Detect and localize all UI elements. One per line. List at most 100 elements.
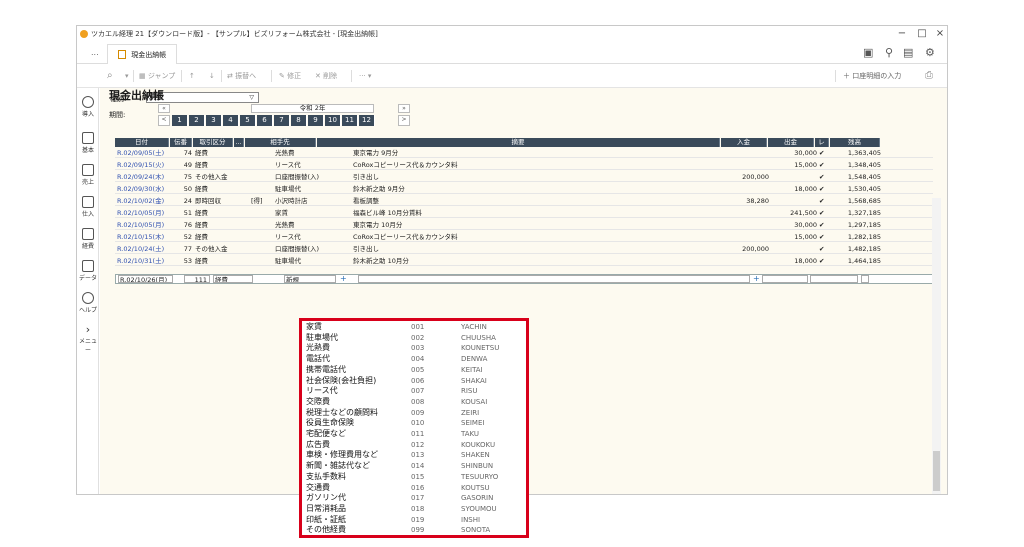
column-header[interactable]: 出金: [768, 138, 814, 147]
table-row[interactable]: R.02/09/15(火) 49 経費 リース代 CoRoxコピーリース代＆カウンタ料 1…: [115, 161, 933, 170]
add-memo-button[interactable]: +: [753, 275, 760, 283]
sidebar-item-menu[interactable]: › メニュー: [77, 324, 99, 355]
column-header[interactable]: 相手先: [245, 138, 316, 147]
dropdown-item[interactable]: 役員生命保険 010 SEIMEI: [304, 418, 524, 428]
dropdown-item[interactable]: 広告費 012 KOUKOKU: [304, 440, 524, 450]
search-icon[interactable]: ⌕: [107, 70, 113, 82]
prev-year-button[interactable]: «: [158, 104, 170, 113]
delete-button[interactable]: ✕ 削除: [315, 70, 337, 82]
month-tab[interactable]: 8: [291, 115, 307, 126]
dropdown-item[interactable]: 宅配便など 011 TAKU: [304, 429, 524, 439]
month-tab[interactable]: 10: [325, 115, 341, 126]
sidebar-item-data[interactable]: データ: [77, 260, 99, 282]
dropdown-item[interactable]: その他経費 099 SONOTA: [304, 525, 524, 535]
print-icon[interactable]: ⎙: [925, 70, 933, 82]
vertical-scrollbar[interactable]: [932, 198, 941, 494]
tab-overflow-button[interactable]: ...: [91, 48, 99, 57]
month-tab[interactable]: 5: [240, 115, 256, 126]
entry-check-box[interactable]: [861, 275, 869, 283]
bank-input-button[interactable]: ＋ 口座明細の入力: [843, 70, 901, 82]
table-row[interactable]: R.02/10/05(月) 76 経費 光熱費 東京電力 10月分 30,000 ✔ 1,29…: [115, 221, 933, 230]
transfer-button[interactable]: ⇄ 振替へ: [227, 70, 256, 82]
sidebar-item-purchase[interactable]: 仕入: [77, 196, 99, 218]
table-row[interactable]: R.02/09/05(土) 74 経費 光熱費 東京電力 9月分 30,000 ✔ 1,363…: [115, 149, 933, 158]
table-row[interactable]: R.02/10/24(土) 77 その他入金 口座間振替(入) 引き出し 200,000 ✔…: [115, 245, 933, 254]
filter-icon[interactable]: ⚲: [885, 46, 893, 59]
month-tab[interactable]: 11: [342, 115, 358, 126]
next-month-button[interactable]: >: [398, 115, 410, 126]
dropdown-item[interactable]: 日常消耗品 018 SYOUMOU: [304, 504, 524, 514]
dropdown-item[interactable]: ガソリン代 017 GASORIN: [304, 493, 524, 503]
column-header[interactable]: 取引区分: [193, 138, 233, 147]
sidebar-item-sales[interactable]: 売上: [77, 164, 99, 186]
dropdown-item[interactable]: 税理士などの顧問料 009 ZEIRI: [304, 408, 524, 418]
dropdown-item[interactable]: 印紙・証紙 019 INSHI: [304, 515, 524, 525]
column-header[interactable]: 残高: [830, 138, 880, 147]
month-tab[interactable]: 4: [223, 115, 239, 126]
table-row[interactable]: R.02/10/02(金) 24 即時回収 [得] 小沢時計店 看板調整 38,280 ✔ 1,…: [115, 197, 933, 206]
entry-memo-input[interactable]: [358, 275, 750, 283]
register-icon: [82, 164, 94, 176]
dropdown-item[interactable]: 家賃 001 YACHIN: [304, 322, 524, 332]
entry-in-input[interactable]: [762, 275, 808, 283]
prev-month-button[interactable]: <: [158, 115, 170, 126]
search-dropdown-icon[interactable]: ▾: [125, 70, 129, 82]
month-tab[interactable]: 6: [257, 115, 273, 126]
table-row[interactable]: R.02/09/24(木) 75 その他入金 口座間振替(入) 引き出し 200,000 ✔…: [115, 173, 933, 182]
sidebar-item-expenses[interactable]: 経費: [77, 228, 99, 250]
dropdown-item-name: 役員生命保険: [306, 418, 354, 428]
entry-account-input[interactable]: 新規: [284, 275, 336, 283]
edit-button[interactable]: ✎ 修正: [279, 70, 301, 82]
maximize-button[interactable]: □: [915, 26, 929, 42]
print-preview-icon[interactable]: ▣: [863, 46, 873, 59]
dropdown-item[interactable]: 支払手数料 015 TESUURYO: [304, 472, 524, 482]
month-tab[interactable]: 3: [206, 115, 222, 126]
month-tab[interactable]: 2: [189, 115, 205, 126]
dropdown-item[interactable]: 駐車場代 002 CHUUSHA: [304, 333, 524, 343]
tab-cash-ledger[interactable]: 現金出納帳: [107, 44, 178, 64]
next-year-button[interactable]: »: [398, 104, 410, 113]
move-up-button[interactable]: ↑: [189, 70, 195, 82]
column-header[interactable]: 日付: [115, 138, 169, 147]
entry-date-input[interactable]: R.02/10/26(月): [118, 275, 173, 283]
dropdown-item[interactable]: 携帯電話代 005 KEITAI: [304, 365, 524, 375]
month-tab[interactable]: 12: [359, 115, 375, 126]
table-row[interactable]: R.02/10/15(木) 52 経費 リース代 CoRoxコピーリース代＆カウンタ料 1…: [115, 233, 933, 242]
entry-out-input[interactable]: [810, 275, 858, 283]
dropdown-item[interactable]: リース代 007 RISU: [304, 386, 524, 396]
close-button[interactable]: ×: [933, 26, 947, 42]
scrollbar-thumb[interactable]: [933, 451, 940, 491]
column-header[interactable]: …: [234, 138, 244, 147]
settings-icon[interactable]: ⚙: [925, 46, 935, 59]
table-row[interactable]: R.02/09/30(水) 50 経費 駐車場代 鈴木新之助 9月分 18,000 ✔ 1,5…: [115, 185, 933, 194]
table-row[interactable]: R.02/10/05(月) 51 経費 家賃 福森ビル峰 10月分賃料 241,500 ✔ 1…: [115, 209, 933, 218]
month-tab[interactable]: 7: [274, 115, 290, 126]
jump-button[interactable]: ▦ ジャンプ: [139, 70, 175, 82]
entry-kind-select[interactable]: 経費: [213, 275, 253, 283]
more-button[interactable]: ··· ▾: [359, 70, 371, 82]
month-tab[interactable]: 1: [172, 115, 188, 126]
move-down-button[interactable]: ↓: [209, 70, 215, 82]
dropdown-item[interactable]: 電話代 004 DENWA: [304, 354, 524, 364]
dropdown-item-kana: KOUKOKU: [461, 440, 496, 449]
dropdown-item[interactable]: 光熱費 003 KOUNETSU: [304, 343, 524, 353]
minimize-button[interactable]: −: [895, 26, 909, 42]
dropdown-item[interactable]: 交際費 008 KOUSAI: [304, 397, 524, 407]
calendar-icon[interactable]: ▤: [903, 46, 913, 59]
add-account-button[interactable]: +: [340, 275, 347, 283]
table-row[interactable]: R.02/10/31(土) 53 経費 駐車場代 鈴木新之助 10月分 18,000 ✔ 1,…: [115, 257, 933, 266]
dropdown-item[interactable]: 新聞・雑誌代など 014 SHINBUN: [304, 461, 524, 471]
sidebar-item-help[interactable]: ヘルプ: [77, 292, 99, 314]
column-header[interactable]: レ: [815, 138, 829, 147]
toolbar: ⌕ ▾ ▦ ジャンプ ↑ ↓ ⇄ 振替へ ✎ 修正 ✕ 削除 ··· ▾ ＋ 口…: [77, 64, 947, 88]
column-header[interactable]: 伝番: [170, 138, 192, 147]
month-tab[interactable]: 9: [308, 115, 324, 126]
sidebar-item-basic[interactable]: 基本: [77, 132, 99, 154]
column-header[interactable]: 入金: [721, 138, 767, 147]
sidebar-item-setup[interactable]: 導入: [77, 96, 99, 118]
dropdown-item[interactable]: 社会保険(会社負担) 006 SHAKAI: [304, 376, 524, 386]
dropdown-item[interactable]: 車検・修理費用など 013 SHAKEN: [304, 450, 524, 460]
dropdown-item[interactable]: 交通費 016 KOUTSU: [304, 483, 524, 493]
entry-number-input[interactable]: 111: [184, 275, 210, 283]
column-header[interactable]: 摘要: [317, 138, 720, 147]
